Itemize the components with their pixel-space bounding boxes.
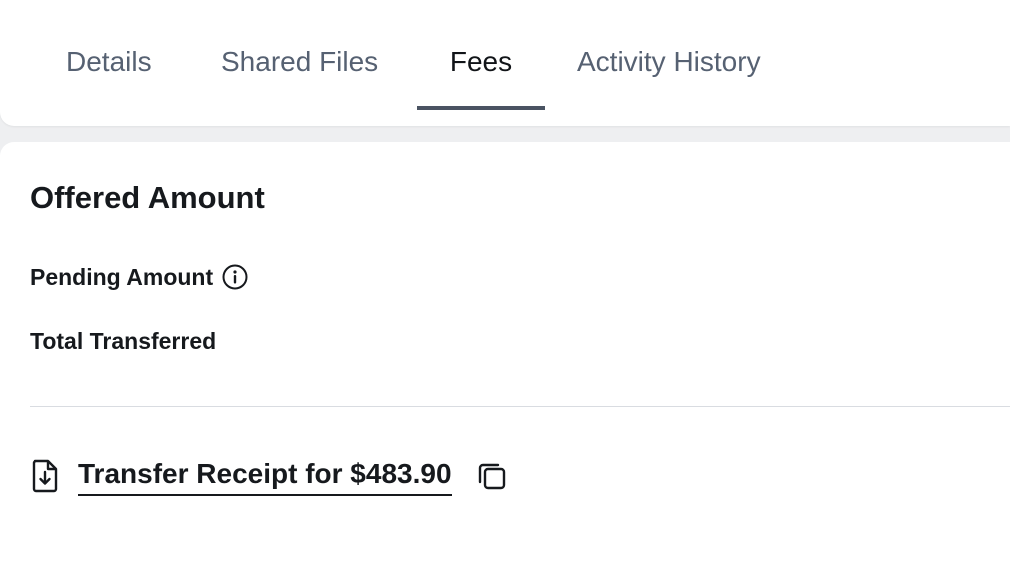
receipt-row: Transfer Receipt for $483.90 (30, 454, 508, 498)
fees-panel: Offered Amount Pending Amount Total Tran… (0, 142, 1010, 564)
section-title: Offered Amount (30, 180, 265, 215)
tab-shared-files[interactable]: Shared Files (205, 42, 394, 110)
tab-bar: Details Shared Files Fees Activity Histo… (0, 0, 1010, 126)
total-transferred-label: Total Transferred (30, 328, 217, 354)
tab-details[interactable]: Details (50, 42, 168, 110)
tab-activity-history[interactable]: Activity History (561, 42, 777, 110)
file-download-icon (30, 459, 60, 493)
pending-amount-label: Pending Amount (30, 264, 214, 290)
transfer-receipt-link[interactable]: Transfer Receipt for $483.90 (78, 456, 452, 496)
divider (30, 406, 1010, 407)
pending-amount-row: Pending Amount (30, 262, 248, 292)
copy-icon[interactable] (476, 460, 508, 492)
info-icon[interactable] (222, 264, 248, 290)
tab-fees[interactable]: Fees (417, 42, 545, 110)
